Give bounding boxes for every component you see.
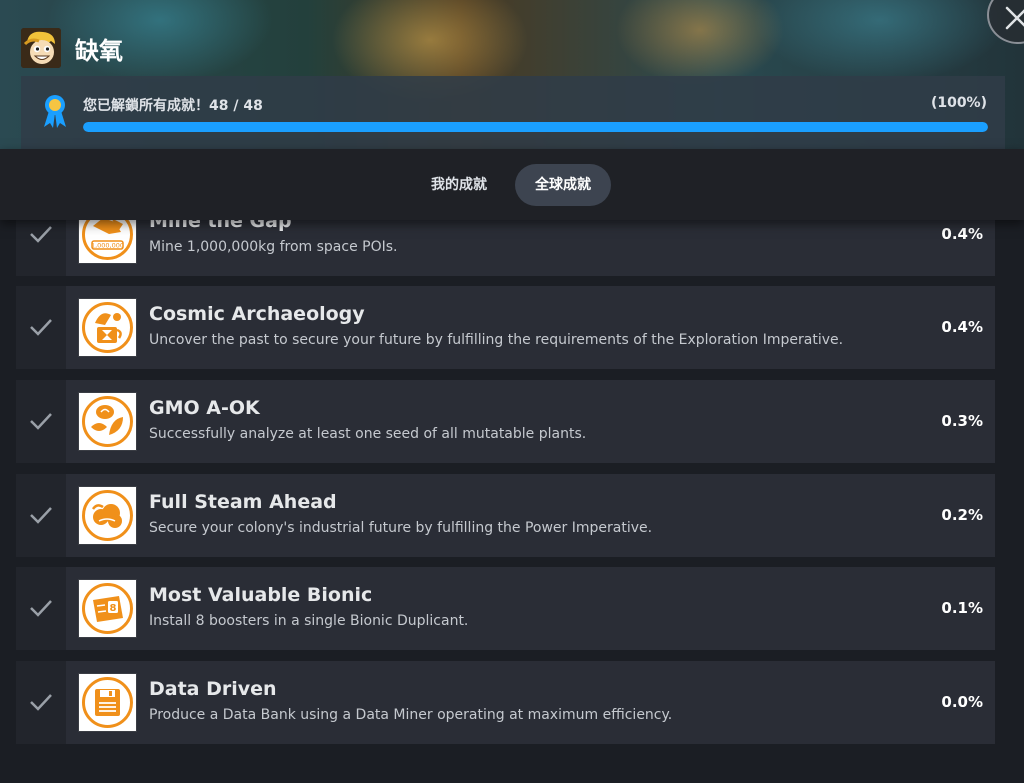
achievement-name: Most Valuable Bionic: [149, 584, 373, 606]
achievement-row[interactable]: GMO A-OK Successfully analyze at least o…: [16, 380, 995, 463]
achievement-icon: [78, 298, 137, 357]
achievement-name: Data Driven: [149, 678, 277, 700]
checkmark-icon: [30, 507, 52, 524]
achievement-description: Produce a Data Bank using a Data Miner o…: [149, 707, 673, 723]
unlocked-indicator: [16, 474, 66, 557]
checkmark-icon: [30, 319, 52, 336]
unlocked-indicator: [16, 661, 66, 744]
achievement-icon: [78, 673, 137, 732]
global-unlock-percent: 0.2%: [941, 506, 983, 524]
icon-label: 8: [110, 603, 117, 614]
close-icon: [1005, 6, 1024, 30]
achievement-description: Successfully analyze at least one seed o…: [149, 426, 587, 442]
unlocked-indicator: [16, 567, 66, 650]
progress-track: [83, 122, 988, 132]
game-logo: [21, 28, 61, 68]
achievement-row[interactable]: 8 Most Valuable Bionic Install 8 booster…: [16, 567, 995, 650]
hourglass-artifact-icon: [82, 302, 133, 353]
tab-my-achievements[interactable]: 我的成就: [411, 164, 507, 206]
achievement-icon: [78, 392, 137, 451]
steam-cloud-icon: [82, 490, 133, 541]
game-header: 缺氧: [21, 28, 123, 68]
unlocked-indicator: [16, 380, 66, 463]
achievement-description: Install 8 boosters in a single Bionic Du…: [149, 613, 469, 629]
achievement-description: Mine 1,000,000kg from space POIs.: [149, 239, 398, 255]
icon-label: 1,000,000: [91, 242, 124, 250]
global-unlock-percent: 0.1%: [941, 599, 983, 617]
checkmark-icon: [30, 413, 52, 430]
tab-global-achievements[interactable]: 全球成就: [515, 164, 611, 206]
global-unlock-percent: 0.4%: [941, 225, 983, 243]
global-unlock-percent: 0.4%: [941, 318, 983, 336]
booster-pack-icon: 8: [82, 583, 133, 634]
data-disk-icon: [82, 677, 133, 728]
checkmark-icon: [30, 226, 52, 243]
global-unlock-percent: 0.0%: [941, 693, 983, 711]
achievement-row[interactable]: Cosmic Archaeology Uncover the past to s…: [16, 286, 995, 369]
checkmark-icon: [30, 600, 52, 617]
progress-text: 您已解鎖所有成就！48 / 48: [83, 98, 263, 114]
achievement-name: GMO A-OK: [149, 397, 260, 419]
achievement-icon: [78, 486, 137, 545]
achievement-tabs: 我的成就 全球成就: [0, 149, 1024, 220]
duplicant-face-icon: [21, 28, 61, 68]
unlocked-indicator: [16, 286, 66, 369]
achievement-row[interactable]: Full Steam Ahead Secure your colony's in…: [16, 474, 995, 557]
achievement-progress-panel: 您已解鎖所有成就！48 / 48 (100%): [21, 76, 1005, 149]
achievement-icon: 8: [78, 579, 137, 638]
seed-leaf-icon: [82, 396, 133, 447]
progress-percent: (100%): [930, 95, 987, 111]
achievement-name: Cosmic Archaeology: [149, 303, 365, 325]
achievement-name: Full Steam Ahead: [149, 491, 337, 513]
award-ribbon-icon: [44, 95, 66, 128]
achievement-row[interactable]: Data Driven Produce a Data Bank using a …: [16, 661, 995, 744]
achievement-description: Uncover the past to secure your future b…: [149, 332, 844, 348]
progress-fill: [83, 122, 988, 132]
checkmark-icon: [30, 694, 52, 711]
game-title: 缺氧: [75, 36, 123, 65]
achievement-description: Secure your colony's industrial future b…: [149, 520, 653, 536]
global-unlock-percent: 0.3%: [941, 412, 983, 430]
